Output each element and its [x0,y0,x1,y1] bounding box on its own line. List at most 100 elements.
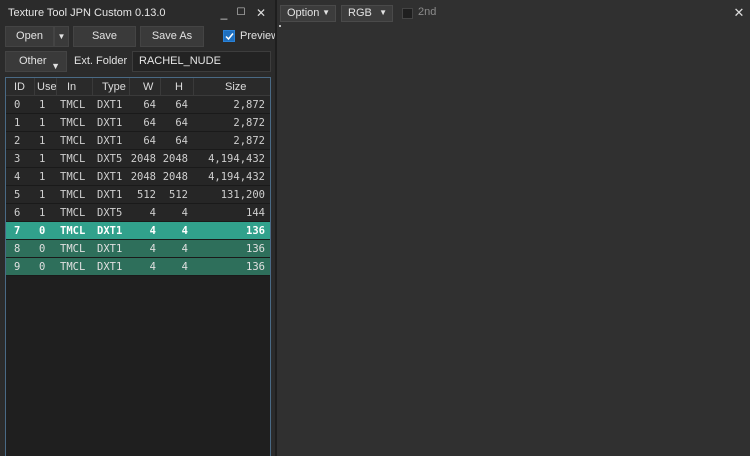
column-header-w[interactable]: W [143,81,153,93]
cell-w: 2048 [130,153,156,165]
cell-in: TMCL [60,171,86,183]
cell-type: DXT1 [97,117,123,129]
cell-h: 64 [175,99,188,111]
cell-size: 136 [246,243,265,255]
table-row[interactable]: 4 1 TMCL DXT1 2048 2048 4,194,432 [6,168,270,186]
table-row[interactable]: 8 0 TMCL DXT1 4 4 136 [6,240,270,258]
table-row-selected[interactable]: 7 0 TMCL DXT1 4 4 136 [6,222,270,240]
cell-w: 4 [149,261,156,273]
cell-id: 3 [14,153,21,165]
column-header-use[interactable]: Use [37,81,57,93]
cell-id: 9 [14,261,21,273]
cell-in: TMCL [60,207,86,219]
ext-folder-label: Ext. Folder [74,55,128,67]
column-divider [92,78,93,96]
cell-id: 5 [14,189,21,201]
cell-w: 512 [137,189,156,201]
texture-preview-pane: Option ▼ RGB ▼ 2nd ✕ [277,0,750,456]
texture-table[interactable]: ID Use In Type W H Size 0 1 TMCL DXT1 64… [5,77,271,456]
column-divider [56,78,57,96]
close-button[interactable]: ✕ [252,4,270,22]
cell-id: 7 [14,225,21,237]
cell-type: DXT5 [97,153,123,165]
column-header-type[interactable]: Type [102,81,126,93]
column-divider [193,78,194,96]
column-header-size[interactable]: Size [225,81,246,93]
column-divider [129,78,130,96]
save-as-button[interactable]: Save As [140,26,204,47]
cell-in: TMCL [60,189,86,201]
cell-use: 0 [39,225,46,237]
cell-in: TMCL [60,261,86,273]
chevron-down-icon: ▼ [57,32,66,41]
cell-w: 4 [149,225,156,237]
cell-w: 4 [149,243,156,255]
save-as-button-label: Save As [151,30,193,42]
open-button-label: Open [16,30,43,42]
close-icon[interactable]: ✕ [732,6,746,20]
second-label: 2nd [418,6,437,18]
cell-h: 2048 [162,153,188,165]
chevron-down-icon: ▼ [379,8,387,17]
cell-in: TMCL [60,117,86,129]
cell-in: TMCL [60,153,86,165]
table-row[interactable]: 1 1 TMCL DXT1 64 64 2,872 [6,114,270,132]
table-row[interactable]: 3 1 TMCL DXT5 2048 2048 4,194,432 [6,150,270,168]
cell-id: 8 [14,243,21,255]
save-button[interactable]: Save [73,26,136,47]
cell-size: 2,872 [233,135,265,147]
cell-use: 1 [39,171,46,183]
cell-in: TMCL [60,99,86,111]
column-header-in[interactable]: In [67,81,76,93]
cell-size: 144 [246,207,265,219]
cell-type: DXT1 [97,171,123,183]
other-dropdown[interactable]: Other ▼ [5,51,67,72]
cell-type: DXT5 [97,207,123,219]
table-row[interactable]: 9 0 TMCL DXT1 4 4 136 [6,258,270,276]
cell-h: 4 [181,261,188,273]
maximize-button[interactable]: ☐ [232,4,250,22]
channel-dropdown[interactable]: RGB ▼ [341,5,393,22]
cell-use: 0 [39,261,46,273]
table-row[interactable]: 6 1 TMCL DXT5 4 4 144 [6,204,270,222]
window-title: Texture Tool JPN Custom 0.13.0 [8,7,166,19]
cell-h: 512 [169,189,188,201]
ext-folder-input[interactable]: RACHEL_NUDE [132,51,271,72]
cell-type: DXT1 [97,135,123,147]
cell-h: 4 [181,225,188,237]
cell-use: 1 [39,135,46,147]
title-bar[interactable]: Texture Tool JPN Custom 0.13.0 _ ☐ ✕ [0,0,275,26]
cell-size: 136 [246,225,265,237]
option-dropdown[interactable]: Option ▼ [280,5,336,22]
cell-h: 64 [175,117,188,129]
table-row[interactable]: 5 1 TMCL DXT1 512 512 131,200 [6,186,270,204]
column-header-id[interactable]: ID [14,81,25,93]
column-header-h[interactable]: H [175,81,183,93]
cell-h: 4 [181,243,188,255]
cell-size: 2,872 [233,117,265,129]
minimize-button[interactable]: _ [215,4,233,22]
cell-w: 64 [143,117,156,129]
channel-dropdown-value: RGB [348,7,372,19]
cell-type: DXT1 [97,243,123,255]
table-row[interactable]: 2 1 TMCL DXT1 64 64 2,872 [6,132,270,150]
table-row[interactable]: 0 1 TMCL DXT1 64 64 2,872 [6,96,270,114]
checkmark-icon [225,33,234,41]
cell-in: TMCL [60,135,86,147]
open-dropdown-button[interactable]: ▼ [54,26,69,47]
cell-id: 4 [14,171,21,183]
column-divider [160,78,161,96]
preview-label: Preview [240,30,280,42]
open-button[interactable]: Open [5,26,54,47]
cell-id: 0 [14,99,21,111]
cell-size: 136 [246,261,265,273]
cell-id: 6 [14,207,21,219]
column-divider [34,78,35,96]
cell-use: 1 [39,117,46,129]
second-checkbox[interactable] [402,8,413,19]
cell-type: DXT1 [97,261,123,273]
cell-h: 64 [175,135,188,147]
cell-use: 1 [39,153,46,165]
cell-size: 4,194,432 [208,171,265,183]
preview-checkbox[interactable] [223,30,235,42]
